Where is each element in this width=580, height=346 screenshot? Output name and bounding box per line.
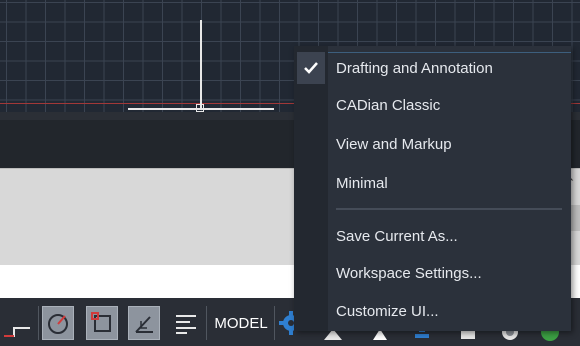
menu-item-save-current-as[interactable]: Save Current As...: [328, 221, 571, 253]
crosshair-pickbox: [196, 104, 204, 112]
dynamic-ucs-button[interactable]: [128, 306, 160, 340]
dynamic-ucs-icon: [132, 311, 156, 335]
menu-item-cadian-classic[interactable]: CADian Classic: [328, 90, 571, 122]
crosshair-vertical: [200, 20, 202, 108]
menu-item-minimal[interactable]: Minimal: [328, 168, 571, 200]
menu-gutter: [294, 46, 328, 331]
object-snap-button[interactable]: [86, 306, 118, 340]
checkmark-icon: [297, 52, 325, 84]
menu-item-view-and-markup[interactable]: View and Markup: [328, 129, 571, 161]
lineweight-button[interactable]: [170, 306, 202, 340]
menu-item-workspace-settings[interactable]: Workspace Settings...: [328, 258, 571, 290]
menu-item-customize-ui[interactable]: Customize UI...: [328, 296, 571, 328]
polar-tracking-icon: [46, 311, 70, 335]
status-separator: [206, 306, 207, 340]
menu-item-drafting-and-annotation[interactable]: Drafting and Annotation: [328, 52, 571, 84]
polar-tracking-button[interactable]: [42, 306, 74, 340]
workspace-menu: Drafting and Annotation CADian Classic V…: [294, 46, 571, 331]
status-separator: [38, 306, 39, 340]
status-separator: [274, 306, 275, 340]
menu-separator: [336, 208, 562, 210]
lineweight-icon: [173, 311, 199, 335]
ortho-icon[interactable]: [0, 306, 34, 340]
object-snap-icon: [90, 311, 114, 335]
model-space-button[interactable]: MODEL: [210, 313, 272, 335]
